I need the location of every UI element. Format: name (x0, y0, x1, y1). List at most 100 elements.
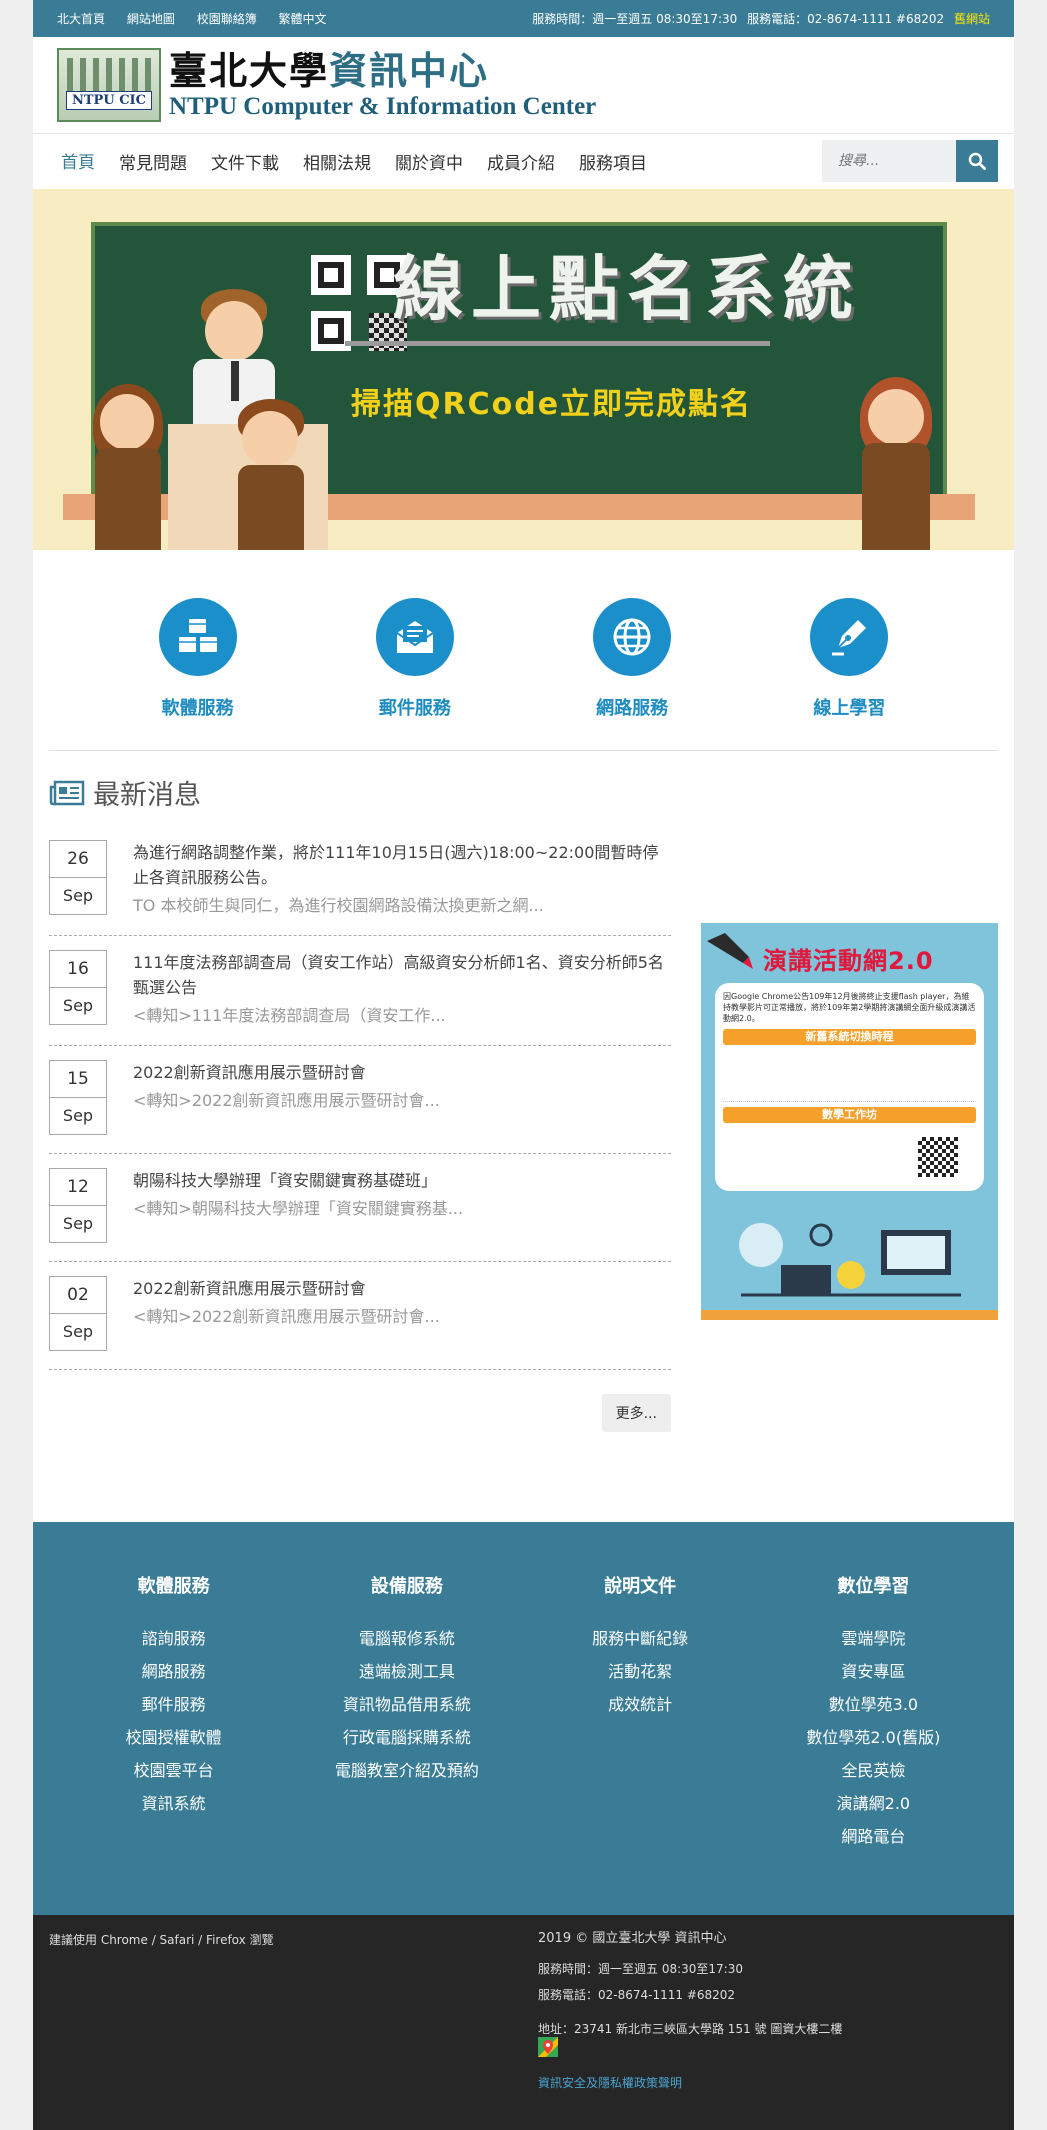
service-mail-label: 郵件服務 (378, 698, 451, 719)
hero-banner[interactable]: 線上點名系統 掃描QRCode立即完成點名 (33, 189, 1014, 550)
poster-intro: 因Google Chrome公告109年12月後將終止支援flash playe… (723, 992, 976, 1023)
news-heading-text: 最新消息 (93, 780, 201, 811)
news-item[interactable]: 12 Sep 朝陽科技大學辦理「資安關鍵實務基礎班」 <轉知>朝陽科技大學辦理「資安… (49, 1154, 671, 1262)
top-link-contact[interactable]: 校園聯絡簿 (197, 12, 257, 26)
footer-link[interactable]: 資訊物品借用系統 (290, 1688, 523, 1721)
news-summary: <轉知>2022創新資訊應用展示暨研討會... (133, 1307, 440, 1326)
top-info: 服務時間：週一至週五 08:30至17:30 服務電話：02-8674-1111… (526, 10, 990, 27)
privacy-policy-link[interactable]: 資訊安全及隱私權政策聲明 (538, 2075, 842, 2091)
news-date: 02 Sep (49, 1276, 107, 1351)
top-link-sitemap[interactable]: 網站地圖 (127, 12, 175, 26)
news-date: 16 Sep (49, 950, 107, 1025)
service-software-label: 軟體服務 (161, 698, 234, 719)
footer-link[interactable]: 成效統計 (524, 1688, 757, 1721)
browser-note: 建議使用 Chrome / Safari / Firefox 瀏覽 (49, 1933, 274, 1947)
search-button[interactable] (956, 140, 998, 182)
footer-link[interactable]: 全民英檢 (757, 1754, 990, 1787)
news-item[interactable]: 26 Sep 為進行網路調整作業，將於111年10月15日(週六)18:00~22… (49, 826, 671, 936)
search-input[interactable] (822, 140, 956, 182)
footer-link[interactable]: 雲端學院 (757, 1622, 990, 1655)
globe-icon (613, 618, 651, 656)
old-site-link[interactable]: 舊網站 (954, 12, 990, 26)
news-item[interactable]: 16 Sep 111年度法務部調查局（資安工作站）高級資安分析師1名、資安分析師5… (49, 936, 671, 1046)
footer-column-software: 軟體服務 諮詢服務 網路服務 郵件服務 校園授權軟體 校園雲平台 資訊系統 (57, 1572, 290, 1915)
logo-zh: 臺北大學資訊中心 (169, 49, 596, 93)
nav-item-regulations[interactable]: 相關法規 (299, 133, 375, 190)
pen-icon (707, 933, 753, 969)
banner-subtitle: 掃描QRCode立即完成點名 (351, 387, 753, 422)
footer-link[interactable]: 網路服務 (57, 1655, 290, 1688)
nav-item-members[interactable]: 成員介紹 (483, 133, 559, 190)
news-item[interactable]: 15 Sep 2022創新資訊應用展示暨研討會 <轉知>2022創新資訊應用展示暨研… (49, 1046, 671, 1154)
news-day: 12 (50, 1169, 106, 1206)
service-elearning-label: 線上學習 (813, 698, 886, 719)
service-elearning-circle (810, 598, 889, 676)
nav-item-services[interactable]: 服務項目 (575, 133, 651, 190)
poster-schedule-block (723, 1050, 976, 1102)
footer-link[interactable]: 遠端檢測工具 (290, 1655, 523, 1688)
footer-link[interactable]: 數位學苑2.0(舊版) (757, 1721, 990, 1754)
footer-link[interactable]: 資安專區 (757, 1655, 990, 1688)
map-icon[interactable] (538, 2037, 558, 2057)
top-link-home[interactable]: 北大首頁 (57, 12, 105, 26)
footer-address: 地址：23741 新北市三峽區大學路 151 號 圖資大樓二樓 (538, 2022, 843, 2036)
footer-link[interactable]: 電腦教室介紹及預約 (290, 1754, 523, 1787)
lecture-poster[interactable]: 演講活動網2.0 因Google Chrome公告109年12月後將終止支援fl… (701, 923, 998, 1320)
news-item[interactable]: 02 Sep 2022創新資訊應用展示暨研討會 <轉知>2022創新資訊應用展示暨研… (49, 1262, 671, 1370)
news-title[interactable]: 2022創新資訊應用展示暨研討會 (133, 1276, 440, 1301)
nav-item-about[interactable]: 關於資中 (391, 133, 467, 190)
envelope-icon (396, 621, 434, 653)
poster-card: 因Google Chrome公告109年12月後將終止支援flash playe… (715, 983, 984, 1191)
poster-workshop-bar: 數學工作坊 (723, 1107, 976, 1123)
footer-links: 軟體服務 諮詢服務 網路服務 郵件服務 校園授權軟體 校園雲平台 資訊系統 設備… (33, 1522, 1014, 1915)
news-summary: <轉知>111年度法務部調查局（資安工作... (133, 1006, 446, 1025)
footer-link[interactable]: 網路電台 (757, 1820, 990, 1853)
top-links: 北大首頁 網站地圖 校園聯絡簿 繁體中文 (57, 10, 345, 27)
copyright: 2019 © 國立臺北大學 資訊中心 (538, 1931, 727, 1946)
logo-text[interactable]: 臺北大學資訊中心 NTPU Computer & Information Cen… (169, 49, 596, 121)
news-title[interactable]: 2022創新資訊應用展示暨研討會 (133, 1060, 440, 1085)
news-title[interactable]: 朝陽科技大學辦理「資安關鍵實務基礎班」 (133, 1168, 463, 1193)
building-icon (67, 58, 151, 92)
pen-nib-icon (832, 620, 867, 656)
service-network[interactable]: 網路服務 (532, 598, 732, 720)
footer-link[interactable]: 電腦報修系統 (290, 1622, 523, 1655)
service-software[interactable]: 軟體服務 (98, 598, 298, 720)
service-hours: 服務時間：週一至週五 08:30至17:30 (532, 12, 738, 26)
page: 北大首頁 網站地圖 校園聯絡簿 繁體中文 服務時間：週一至週五 08:30至17… (33, 0, 1014, 2130)
footer-link[interactable]: 校園雲平台 (57, 1754, 290, 1787)
logo-area: NTPU CIC 臺北大學資訊中心 NTPU Computer & Inform… (33, 37, 1014, 134)
news-body: 為進行網路調整作業，將於111年10月15日(週六)18:00~22:00間暫時… (133, 840, 671, 923)
search-icon (968, 152, 986, 170)
nav-item-home[interactable]: 首頁 (57, 132, 99, 192)
footer-link[interactable]: 服務中斷紀錄 (524, 1622, 757, 1655)
service-mail[interactable]: 郵件服務 (315, 598, 515, 720)
banner-title: 線上點名系統 (393, 248, 861, 330)
footer-link[interactable]: 數位學苑3.0 (757, 1688, 990, 1721)
news-day: 16 (50, 951, 106, 988)
news-title[interactable]: 為進行網路調整作業，將於111年10月15日(週六)18:00~22:00間暫時… (133, 840, 671, 890)
footer-link[interactable]: 諮詢服務 (57, 1622, 290, 1655)
nav-item-downloads[interactable]: 文件下載 (207, 133, 283, 190)
footer-link[interactable]: 演講網2.0 (757, 1787, 990, 1820)
news-month: Sep (62, 996, 94, 1015)
logo-emblem[interactable]: NTPU CIC (57, 48, 161, 122)
service-elearning[interactable]: 線上學習 (749, 598, 949, 720)
top-link-language[interactable]: 繁體中文 (279, 12, 327, 26)
news-body: 2022創新資訊應用展示暨研討會 <轉知>2022創新資訊應用展示暨研討會... (133, 1276, 440, 1357)
more-news-button[interactable]: 更多... (601, 1394, 671, 1432)
footer-link[interactable]: 郵件服務 (57, 1688, 290, 1721)
footer-link[interactable]: 活動花絮 (524, 1655, 757, 1688)
footer-link[interactable]: 校園授權軟體 (57, 1721, 290, 1754)
news-day: 15 (50, 1061, 106, 1098)
footer-link[interactable]: 行政電腦採購系統 (290, 1721, 523, 1754)
footer-column-elearning: 數位學習 雲端學院 資安專區 數位學苑3.0 數位學苑2.0(舊版) 全民英檢 … (757, 1572, 990, 1915)
nav-item-faq[interactable]: 常見問題 (115, 133, 191, 190)
logo-zh-black: 臺北大學 (169, 48, 330, 93)
poster-qrcode-icon (918, 1137, 958, 1177)
footer-heading: 數位學習 (837, 1576, 910, 1597)
boxes-icon (178, 619, 217, 652)
service-network-circle (593, 598, 672, 676)
news-title[interactable]: 111年度法務部調查局（資安工作站）高級資安分析師1名、資安分析師5名甄選公告 (133, 950, 671, 1000)
footer-link[interactable]: 資訊系統 (57, 1787, 290, 1820)
